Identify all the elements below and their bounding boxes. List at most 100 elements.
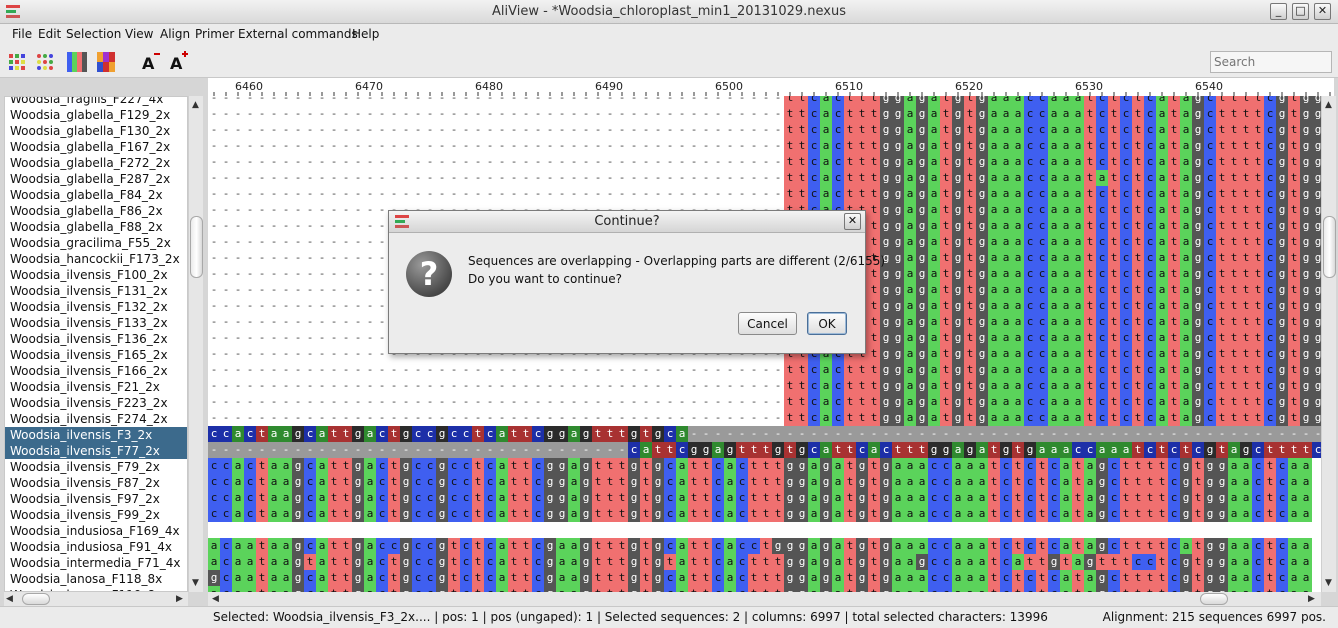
alignment-row[interactable]: ----------------------------------------… [208,122,1321,138]
alignment-row[interactable]: ----------------------------------------… [208,154,1321,170]
sequence-name-row[interactable]: Woodsia_intermedia_F71_4x [5,555,187,571]
alignment-cell: g [880,96,892,106]
sequence-name-row[interactable]: Woodsia_gracilima_F55_2x [5,235,187,251]
alignment-cell: a [1048,234,1060,250]
alignment-row[interactable] [208,522,1321,538]
menu-edit[interactable]: Edit [38,27,61,41]
alignment-row[interactable]: ccactaagcattgactgccgcctcattcggagtttgtgca… [208,490,1321,506]
alignment-cell: t [1216,442,1228,458]
sequence-name-row[interactable]: Woodsia_ilvensis_F100_2x [5,267,187,283]
sequence-names-list[interactable]: Woodsia_fragilis_F227_4x Woodsia_glabella… [4,96,188,592]
sequence-name-row[interactable]: Woodsia_ilvensis_F99_2x [5,507,187,523]
color-scheme-1-icon[interactable] [8,51,30,73]
scroll-up-arrow-icon[interactable]: ▲ [192,100,199,110]
aln-scroll-up-arrow-icon[interactable]: ▲ [1325,100,1332,110]
sequence-name-row[interactable]: Woodsia_ilvensis_F133_2x [5,315,187,331]
scroll-right-arrow-icon[interactable]: ▶ [176,594,183,604]
alignment-cell: t [1156,458,1168,474]
menu-file[interactable]: File [12,27,32,41]
sequence-name-row[interactable]: Woodsia_glabella_F84_2x [5,187,187,203]
alignment-row[interactable]: ----------------------------------------… [208,362,1321,378]
sequence-name-row[interactable]: Woodsia_glabella_F88_2x [5,219,187,235]
names-scroll-thumb[interactable] [190,216,203,278]
alignment-cell: - [352,362,364,378]
color-scheme-4-icon[interactable] [96,51,118,73]
alignment-cell: c [1204,410,1216,426]
sequence-name-row[interactable]: Woodsia_glabella_F129_2x [5,107,187,123]
aln-scroll-right-arrow-icon[interactable]: ▶ [1308,594,1315,604]
alignment-row[interactable]: ----------------------------------------… [208,106,1321,122]
sequence-name-row[interactable]: Woodsia_ilvensis_F97_2x [5,491,187,507]
names-vertical-scrollbar[interactable]: ▲ ▼ [188,96,203,592]
sequence-name-row[interactable]: Woodsia_glabella_F287_2x [5,171,187,187]
sequence-name-row[interactable]: Woodsia_ilvensis_F166_2x [5,363,187,379]
sequence-name-row[interactable]: Woodsia_ilvensis_F132_2x [5,299,187,315]
alignment-cell: - [328,186,340,202]
alignment-vertical-scrollbar[interactable]: ▲ ▼ [1321,96,1336,592]
alignment-row[interactable]: ccactaagcattgactgccgcctcattcggagtttgtgca… [208,474,1321,490]
sequence-name-row[interactable]: Woodsia_ilvensis_F274_2x [5,411,187,427]
alignment-scroll-thumb[interactable] [1323,216,1336,278]
font-increase-icon[interactable]: A [168,51,190,73]
alignment-row[interactable]: acaataagcattgaccgccgtctcattcgaagtttgtgca… [208,538,1321,554]
sequence-name-row[interactable]: Woodsia_glabella_F130_2x [5,123,187,139]
alignment-row[interactable]: ----------------------------------------… [208,96,1321,106]
sequence-name-row[interactable]: Woodsia_ilvensis_F3_2x [5,427,187,443]
sequence-name-row[interactable]: Woodsia_indusiosa_F91_4x [5,539,187,555]
alignment-row[interactable]: ----------------------------------------… [208,170,1321,186]
alignment-row[interactable]: ccactaagcattgactgccgcctcattcggagtttgtgca… [208,458,1321,474]
alignment-row[interactable]: ----------------------------------------… [208,410,1321,426]
cancel-button[interactable]: Cancel [738,312,797,335]
menu-help[interactable]: Help [352,27,379,41]
sequence-name-row[interactable]: Woodsia_ilvensis_F165_2x [5,347,187,363]
alignment-horizontal-scrollbar[interactable]: ◀ ▶ [208,592,1321,606]
sequence-name-row[interactable]: Woodsia_ilvensis_F79_2x [5,459,187,475]
color-scheme-2-icon[interactable] [36,51,58,73]
menu-align[interactable]: Align [160,27,190,41]
sequence-name-row[interactable]: Woodsia_ilvensis_F87_2x [5,475,187,491]
menu-external-commands[interactable]: External commands [238,27,358,41]
names-horizontal-scrollbar[interactable]: ◀ ▶ [4,592,188,606]
sequence-name-row[interactable]: Woodsia_fragilis_F227_4x [5,97,187,107]
alignment-hscroll-thumb[interactable] [1199,593,1228,605]
sequence-name-row[interactable]: Woodsia_ilvensis_F21_2x [5,379,187,395]
alignment-row[interactable]: acaataagtattgactgccgtctcattcgaagtttgtgta… [208,554,1321,570]
alignment-row[interactable]: ccactaagcattgactgccgcctcattcggagtttgtgca… [208,506,1321,522]
maximize-button[interactable]: □ [1292,3,1309,20]
menu-selection[interactable]: Selection [66,27,121,41]
alignment-row[interactable]: ----------------------------------------… [208,378,1321,394]
sequence-name-row[interactable]: Woodsia_ilvensis_F223_2x [5,395,187,411]
position-ruler: 6460 6470 6480 6490 6500 6510 6520 6530 6540 [208,78,1334,96]
alignment-cell: a [1156,410,1168,426]
sequence-name-row[interactable]: Woodsia_indusiosa_F169_4x [5,523,187,539]
sequence-name-row[interactable]: Woodsia_hancockii_F173_2x [5,251,187,267]
sequence-name-row[interactable]: Woodsia_ilvensis_F77_2x [5,443,187,459]
ok-button[interactable]: OK [807,312,847,335]
aln-scroll-down-arrow-icon[interactable]: ▼ [1325,578,1332,588]
alignment-row[interactable]: gcaataagcattgactgccgtctcattcgaagtttgtgca… [208,570,1321,586]
scroll-left-arrow-icon[interactable]: ◀ [6,594,13,604]
close-button[interactable]: ✕ [1314,3,1331,20]
sequence-name-row[interactable]: Woodsia_ilvensis_F131_2x [5,283,187,299]
scroll-down-arrow-icon[interactable]: ▼ [192,578,199,588]
minimize-button[interactable]: _ [1270,3,1287,20]
font-decrease-icon[interactable]: A [140,51,162,73]
dialog-close-button[interactable]: ✕ [844,213,861,230]
sequence-name-row[interactable]: Woodsia_glabella_F272_2x [5,155,187,171]
search-input[interactable] [1210,51,1332,73]
sequence-name-row[interactable]: Woodsia_glabella_F86_2x [5,203,187,219]
alignment-row[interactable]: ----------------------------------------… [208,394,1321,410]
alignment-row[interactable]: ----------------------------------------… [208,138,1321,154]
alignment-row[interactable]: -----------------------------------cattc… [208,442,1321,458]
menu-primer[interactable]: Primer [195,27,234,41]
menu-view[interactable]: View [125,27,153,41]
color-scheme-3-icon[interactable] [66,51,88,73]
aln-scroll-left-arrow-icon[interactable]: ◀ [212,594,219,604]
alignment-row[interactable]: ----------------------------------------… [208,186,1321,202]
alignment-row[interactable]: ccactaagcattgactgccgcctcattcggagtttgtgca… [208,426,1321,442]
alignment-cell: c [448,490,460,506]
sequence-name-row[interactable]: Woodsia_lanosa_F118_8x [5,571,187,587]
sequence-name-row[interactable]: Woodsia_ilvensis_F136_2x [5,331,187,347]
sequence-name-row[interactable]: Woodsia_glabella_F167_2x [5,139,187,155]
names-hscroll-thumb[interactable] [22,593,50,605]
